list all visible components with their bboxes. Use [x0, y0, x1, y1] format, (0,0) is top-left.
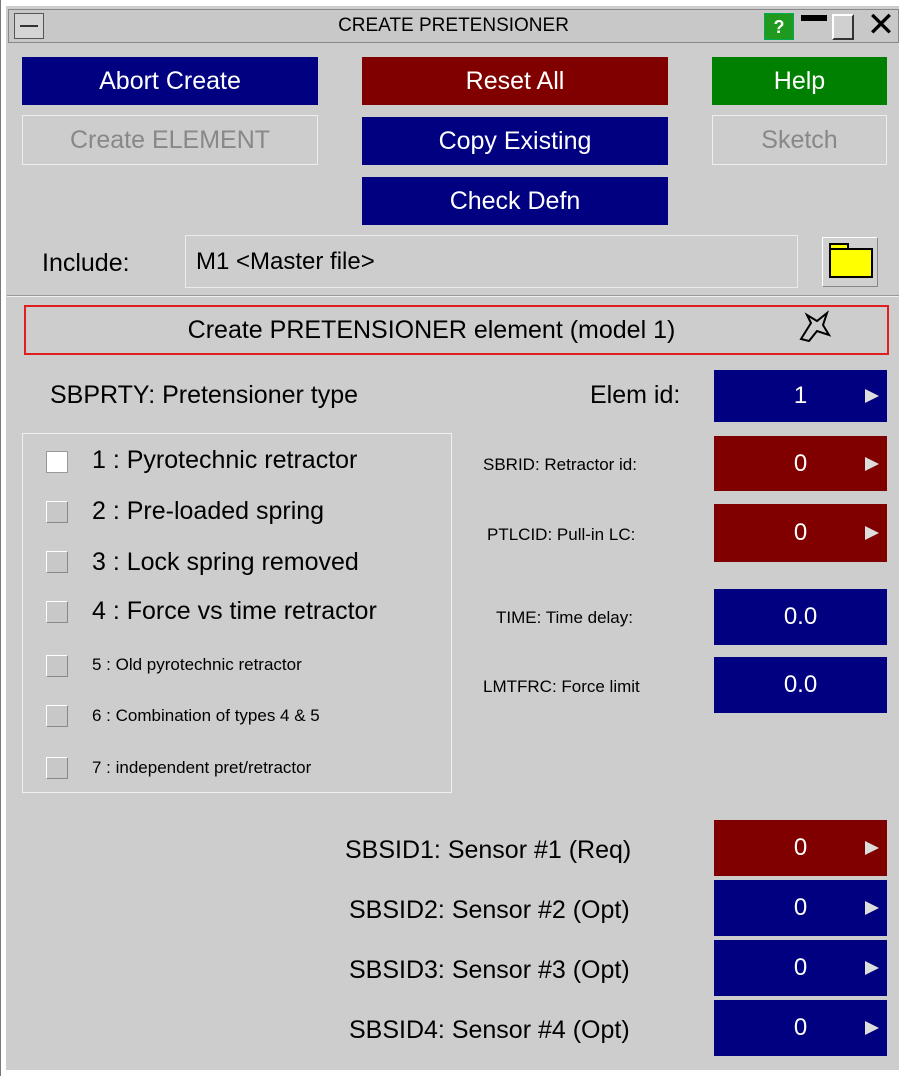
time-label: TIME: Time delay:: [496, 608, 633, 627]
ptlcid-arrow-icon[interactable]: [865, 526, 879, 540]
folder-icon: [829, 248, 873, 278]
type-3-checkbox[interactable]: [46, 551, 68, 573]
sbrid-value: 0: [793, 449, 808, 477]
create-element-button[interactable]: Create ELEMENT: [22, 115, 318, 165]
lmtfrc-label: LMTFRC: Force limit: [483, 677, 640, 696]
window-menu-icon[interactable]: [14, 13, 44, 39]
create-header-text: Create PRETENSIONER element (model 1): [187, 315, 676, 344]
elem-id-label: Elem id:: [590, 381, 681, 409]
sbsid4-label: SBSID4: Sensor #4 (Opt): [349, 1016, 630, 1044]
create-header: Create PRETENSIONER element (model 1): [24, 305, 889, 355]
type-7-checkbox[interactable]: [46, 757, 68, 779]
sbrid-arrow-icon[interactable]: [865, 456, 879, 471]
window-title: CREATE PRETENSIONER: [338, 15, 569, 36]
type-6-label: 6 : Combination of types 4 & 5: [92, 706, 320, 725]
check-defn-button[interactable]: Check Defn: [362, 177, 668, 225]
sketch-button[interactable]: Sketch: [712, 115, 887, 165]
folder-button[interactable]: [822, 237, 878, 287]
sbsid1-label: SBSID1: Sensor #1 (Req): [345, 836, 632, 864]
lmtfrc-field[interactable]: 0.0: [714, 657, 887, 713]
help-icon[interactable]: ?: [764, 13, 794, 40]
include-value: M1 <Master file>: [196, 247, 375, 275]
sbsid3-arrow-icon[interactable]: [865, 961, 879, 975]
ptlcid-field[interactable]: 0: [714, 504, 887, 562]
time-field[interactable]: 0.0: [714, 589, 887, 645]
sbsid4-value: 0: [793, 1014, 808, 1041]
type-4-checkbox[interactable]: [46, 601, 68, 623]
type-6-checkbox[interactable]: [46, 705, 68, 727]
help-button[interactable]: Help: [712, 57, 887, 105]
sbsid2-field[interactable]: 0: [714, 880, 887, 936]
sbsid3-label: SBSID3: Sensor #3 (Opt): [349, 956, 630, 984]
ptlcid-value: 0: [793, 519, 808, 546]
window-left-edge: [0, 0, 5, 1076]
sbrid-label: SBRID: Retractor id:: [483, 455, 637, 474]
close-icon[interactable]: ✕: [864, 8, 898, 42]
sbsid4-arrow-icon[interactable]: [865, 1021, 879, 1035]
maximize-icon[interactable]: [832, 14, 854, 40]
sbsid2-arrow-icon[interactable]: [865, 901, 879, 915]
sbsid1-field[interactable]: 0: [714, 820, 887, 876]
sbrid-field[interactable]: 0: [714, 436, 887, 491]
type-1-checkbox[interactable]: [46, 451, 68, 473]
elem-id-field[interactable]: 1: [714, 370, 887, 422]
elem-id-value: 1: [793, 382, 808, 409]
copy-existing-button[interactable]: Copy Existing: [362, 117, 668, 165]
ptlcid-label: PTLCID: Pull-in LC:: [487, 525, 636, 544]
include-label: Include:: [42, 249, 130, 277]
type-3-label: 3 : Lock spring removed: [92, 548, 359, 576]
type-1-label: 1 : Pyrotechnic retractor: [92, 446, 358, 474]
type-2-checkbox[interactable]: [46, 501, 68, 523]
sketch-icon[interactable]: [797, 309, 833, 345]
type-7-label: 7 : independent pret/retractor: [92, 758, 312, 777]
sbsid2-value: 0: [793, 894, 808, 921]
time-value: 0.0: [783, 603, 818, 630]
sbsid1-value: 0: [793, 834, 808, 861]
type-5-label: 5 : Old pyrotechnic retractor: [92, 655, 302, 674]
elem-id-arrow-icon[interactable]: [865, 389, 879, 403]
sbsid1-arrow-icon[interactable]: [865, 841, 879, 855]
sbsid3-field[interactable]: 0: [714, 940, 887, 996]
include-field[interactable]: M1 <Master file>: [185, 235, 798, 288]
lmtfrc-value: 0.0: [783, 671, 818, 698]
sbsid4-field[interactable]: 0: [714, 1000, 887, 1056]
sbsid3-value: 0: [793, 954, 808, 981]
minimize-icon[interactable]: [801, 15, 827, 21]
reset-all-button[interactable]: Reset All: [362, 57, 668, 105]
sbprty-label: SBPRTY: Pretensioner type: [50, 381, 359, 409]
sbsid2-label: SBSID2: Sensor #2 (Opt): [349, 896, 630, 924]
divider: [7, 295, 899, 297]
type-4-label: 4 : Force vs time retractor: [92, 597, 377, 625]
type-5-checkbox[interactable]: [46, 655, 68, 677]
type-2-label: 2 : Pre-loaded spring: [92, 497, 325, 525]
abort-create-button[interactable]: Abort Create: [22, 57, 318, 105]
